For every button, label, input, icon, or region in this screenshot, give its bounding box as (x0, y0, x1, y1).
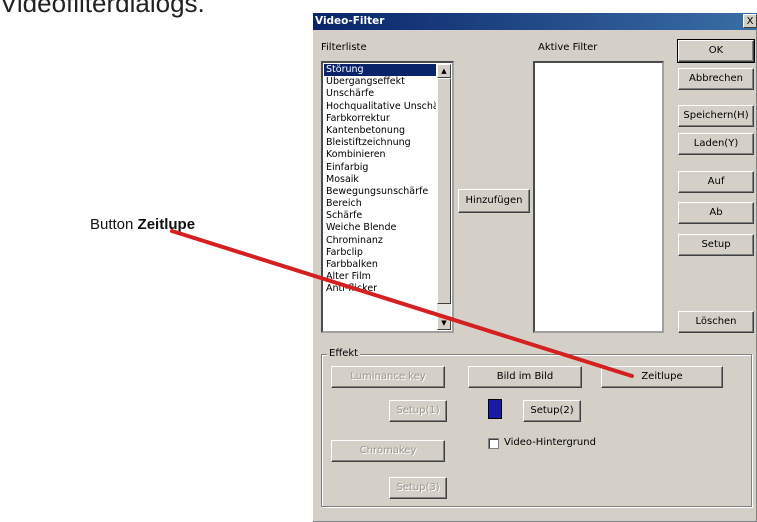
filter-list-item[interactable]: Chrominanz (324, 235, 436, 247)
filter-list-item[interactable]: Unschärfe (324, 88, 436, 100)
filter-list-item[interactable]: Bewegungsunschärfe (324, 186, 436, 198)
close-icon[interactable]: X (743, 14, 757, 28)
video-filter-dialog: Video-Filter X Filterliste Aktive Filter… (312, 12, 757, 522)
active-filter-label: Aktive Filter (538, 42, 598, 53)
filter-list-item[interactable]: Kombinieren (324, 149, 436, 161)
filter-list-item[interactable]: Farbclip (324, 247, 436, 259)
picture-in-picture-button[interactable]: Bild im Bild (468, 366, 582, 388)
luminance-key-button[interactable]: Luminance key (331, 366, 445, 388)
filter-list-item[interactable]: Anti-flicker (324, 283, 436, 295)
chromakey-button[interactable]: Chromakey (331, 440, 445, 462)
save-button[interactable]: Speichern(H) (678, 105, 754, 127)
filter-list-item[interactable]: Farbkorrektur (324, 113, 436, 125)
effect-group-label: Effekt (327, 348, 361, 359)
active-filter-list[interactable] (533, 61, 664, 333)
color-swatch[interactable] (488, 399, 502, 419)
setup-button[interactable]: Setup (678, 234, 754, 256)
filter-list-item[interactable]: Alter Film (324, 271, 436, 283)
video-background-checkbox[interactable] (488, 438, 499, 449)
dialog-titlebar[interactable]: Video-Filter (313, 13, 757, 30)
setup1-button[interactable]: Setup(1) (389, 400, 447, 422)
filter-list-item[interactable]: Kantenbetonung (324, 125, 436, 137)
slow-motion-button[interactable]: Zeitlupe (601, 366, 723, 388)
load-button[interactable]: Laden(Y) (678, 133, 754, 155)
filter-list-item[interactable]: Bereich (324, 198, 436, 210)
filter-list-item[interactable]: Störung (324, 64, 436, 77)
filter-list-item[interactable]: Bleistiftzeichnung (324, 137, 436, 149)
callout-label: Button Zeitlupe (90, 216, 195, 233)
filter-list-label: Filterliste (321, 42, 367, 53)
move-down-button[interactable]: Ab (678, 202, 754, 224)
filter-list-items: Störung Übergangseffekt Unschärfe Hochquali… (324, 64, 436, 330)
scroll-up-icon[interactable]: ▲ (437, 64, 451, 78)
filter-list-scrollbar[interactable]: ▲ ▼ (437, 64, 451, 330)
filter-list-item[interactable]: Hochqualitative Unschä (324, 101, 436, 113)
add-filter-button[interactable]: Hinzufügen (458, 189, 530, 213)
delete-button[interactable]: Löschen (678, 311, 754, 333)
filter-list[interactable]: Störung Übergangseffekt Unschärfe Hochquali… (321, 61, 454, 333)
setup3-button[interactable]: Setup(3) (389, 477, 447, 499)
scroll-thumb[interactable] (437, 78, 451, 304)
filter-list-item[interactable]: Einfarbig (324, 162, 436, 174)
page-caption: Videofilterdialogs. (0, 0, 205, 18)
setup2-button[interactable]: Setup(2) (523, 400, 581, 422)
cancel-button[interactable]: Abbrechen (678, 68, 754, 90)
filter-list-item[interactable]: Weiche Blende (324, 222, 436, 234)
scroll-down-icon[interactable]: ▼ (437, 316, 451, 330)
filter-list-item[interactable]: Mosaik (324, 174, 436, 186)
video-background-label: Video-Hintergrund (504, 437, 596, 448)
callout-prefix: Button (90, 216, 138, 233)
move-up-button[interactable]: Auf (678, 171, 754, 193)
filter-list-item[interactable]: Farbbalken (324, 259, 436, 271)
filter-list-item[interactable]: Schärfe (324, 210, 436, 222)
dialog-title: Video-Filter (315, 15, 385, 27)
ok-button[interactable]: OK (677, 39, 755, 63)
filter-list-item[interactable]: Übergangseffekt (324, 76, 436, 88)
callout-bold: Zeitlupe (137, 216, 196, 233)
